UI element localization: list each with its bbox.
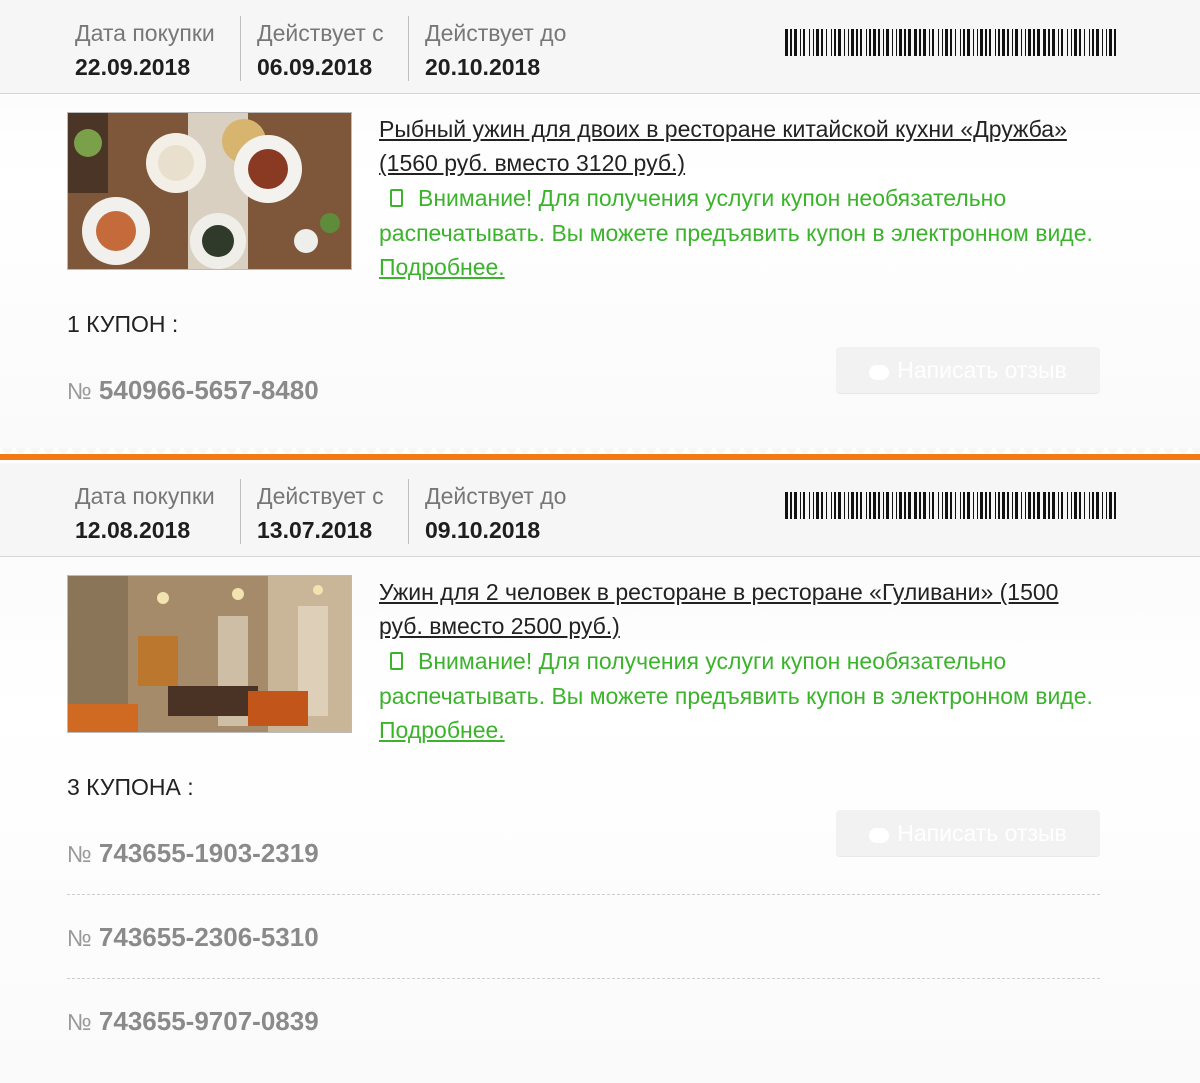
coupon-card-2: Дата покупки 12.08.2018 Действует с 13.0…	[0, 463, 1200, 1083]
purchase-date-label: Дата покупки	[75, 483, 215, 509]
coupon-number-value: 743655-2306-5310	[98, 922, 319, 952]
more-info-link[interactable]: Подробнее.	[379, 254, 505, 280]
valid-from-label: Действует с	[257, 483, 384, 509]
deal-title-link[interactable]: Ужин для 2 человек в ресторане в рестора…	[379, 575, 1119, 643]
valid-from-label: Действует с	[257, 20, 384, 46]
coupon-separator	[67, 978, 1100, 979]
deal-title-line-2: руб. вместо 2500 руб.)	[379, 613, 620, 639]
notice-text: Внимание! Для получения услуги купон нео…	[379, 648, 1093, 709]
barcode-icon	[785, 492, 1116, 519]
valid-to-label: Действует до	[425, 483, 567, 509]
purchase-date-value: 22.09.2018	[75, 54, 191, 80]
coupon-count-label: 3 КУПОНА :	[67, 774, 194, 800]
valid-from-value: 06.09.2018	[257, 54, 373, 80]
write-review-button[interactable]: Написать отзыв	[836, 347, 1100, 393]
coupon-number-value: 743655-1903-2319	[98, 838, 319, 868]
write-review-label: Написать отзыв	[897, 357, 1067, 383]
number-sign: №	[67, 378, 92, 404]
coupon-number: № 743655-2306-5310	[67, 922, 319, 953]
deal-photo[interactable]	[67, 112, 352, 270]
write-review-button[interactable]: Написать отзыв	[836, 810, 1100, 856]
deal-title-line-2: (1560 руб. вместо 3120 руб.)	[379, 150, 686, 176]
number-sign: №	[67, 1009, 92, 1035]
chat-bubble-icon	[869, 365, 890, 380]
notice-text: Внимание! Для получения услуги купон нео…	[379, 185, 1093, 246]
coupon-number-value: 743655-9707-0839	[98, 1006, 319, 1036]
print-notice: Внимание! Для получения услуги купон нео…	[379, 644, 1099, 748]
deal-photo[interactable]	[67, 575, 352, 733]
valid-from-value: 13.07.2018	[257, 517, 373, 543]
coupon-number: № 743655-1903-2319	[67, 838, 319, 869]
coupon-card-1: Дата покупки 22.09.2018 Действует с 06.0…	[0, 0, 1200, 448]
coupon-header: Дата покупки 22.09.2018 Действует с 06.0…	[0, 0, 1200, 94]
phone-icon	[390, 652, 403, 670]
print-notice: Внимание! Для получения услуги купон нео…	[379, 181, 1099, 285]
write-review-label: Написать отзыв	[897, 820, 1067, 846]
deal-title-line-1: Рыбный ужин для двоих в ресторане китайс…	[379, 116, 1067, 142]
deal-title-link[interactable]: Рыбный ужин для двоих в ресторане китайс…	[379, 112, 1119, 180]
coupon-number: № 540966-5657-8480	[67, 375, 319, 406]
coupon-number: № 743655-9707-0839	[67, 1006, 319, 1037]
barcode-icon	[785, 29, 1116, 56]
column-divider	[240, 16, 241, 81]
deal-title-line-1: Ужин для 2 человек в ресторане в рестора…	[379, 579, 1059, 605]
number-sign: №	[67, 925, 92, 951]
valid-to-label: Действует до	[425, 20, 567, 46]
coupon-count-label: 1 КУПОН :	[67, 311, 179, 337]
phone-icon	[390, 189, 403, 207]
purchase-date-value: 12.08.2018	[75, 517, 191, 543]
coupon-number-value: 540966-5657-8480	[98, 375, 319, 405]
coupon-header: Дата покупки 12.08.2018 Действует с 13.0…	[0, 463, 1200, 557]
chat-bubble-icon	[869, 828, 890, 843]
column-divider	[408, 16, 409, 81]
purchase-date-label: Дата покупки	[75, 20, 215, 46]
coupon-divider	[0, 448, 1200, 463]
number-sign: №	[67, 841, 92, 867]
more-info-link[interactable]: Подробнее.	[379, 717, 505, 743]
column-divider	[408, 479, 409, 544]
valid-to-value: 20.10.2018	[425, 54, 541, 80]
coupon-separator	[67, 894, 1100, 895]
valid-to-value: 09.10.2018	[425, 517, 541, 543]
column-divider	[240, 479, 241, 544]
